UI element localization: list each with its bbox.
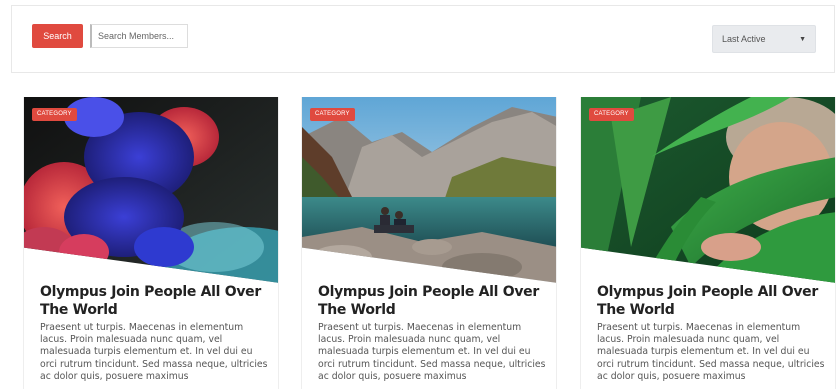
card-title[interactable]: Olympus Join People All Over The World xyxy=(40,283,270,319)
category-badge[interactable]: CATEGORY xyxy=(310,108,355,121)
card-title[interactable]: Olympus Join People All Over The World xyxy=(597,283,827,319)
card-excerpt: Praesent ut turpis. Maecenas in elementu… xyxy=(40,322,268,382)
card-title[interactable]: Olympus Join People All Over The World xyxy=(318,283,548,319)
card-image-woman-leaves[interactable] xyxy=(581,97,835,283)
search-button[interactable]: Search xyxy=(32,24,83,48)
category-badge[interactable]: CATEGORY xyxy=(589,108,634,121)
sort-selected-label: Last Active xyxy=(722,34,766,44)
card-image-mountain-lake[interactable] xyxy=(302,97,556,283)
post-card[interactable]: CATEGORY Olympus Join People All Over Th… xyxy=(580,97,836,389)
sort-select[interactable]: Last Active ▼ xyxy=(712,25,816,53)
members-filter-bar: Search Last Active ▼ xyxy=(11,5,835,73)
category-badge[interactable]: CATEGORY xyxy=(32,108,77,121)
caret-down-icon: ▼ xyxy=(799,35,806,43)
card-excerpt: Praesent ut turpis. Maecenas in elementu… xyxy=(597,322,825,382)
post-card[interactable]: CATEGORY Olympus Join People All Over Th… xyxy=(23,97,279,389)
search-members-input[interactable] xyxy=(90,24,188,48)
card-image-colorful-smoke[interactable] xyxy=(24,97,278,283)
card-excerpt: Praesent ut turpis. Maecenas in elementu… xyxy=(318,322,546,382)
post-card[interactable]: CATEGORY Olympus Join People All Over Th… xyxy=(301,97,557,389)
